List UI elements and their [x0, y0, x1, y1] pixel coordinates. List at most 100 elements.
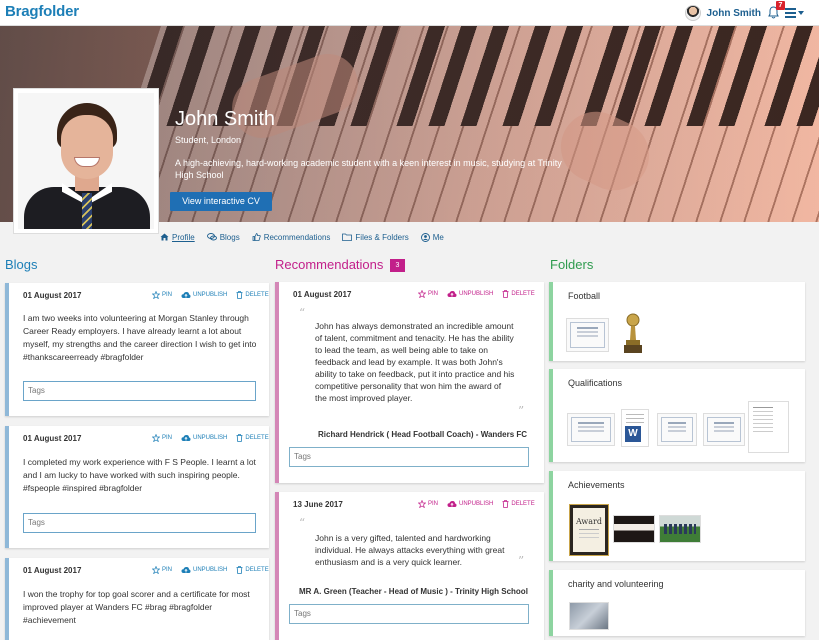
trash-icon: [502, 500, 509, 508]
trash-icon: [236, 566, 243, 574]
pin-button[interactable]: PIN: [152, 434, 172, 442]
folder-card-football[interactable]: Football: [549, 282, 805, 361]
pin-button[interactable]: PIN: [418, 500, 438, 508]
profile-description: A high-achieving, hard-working academic …: [175, 158, 562, 180]
cloud-upload-icon: [447, 501, 457, 507]
piano-photo-thumbnail[interactable]: [613, 515, 655, 543]
pin-button[interactable]: PIN: [418, 290, 438, 298]
folder-title: Qualifications: [568, 378, 623, 388]
certificate-thumbnail[interactable]: [567, 413, 615, 446]
recommendation-author: Richard Hendrick ( Head Football Coach) …: [318, 430, 528, 439]
hamburger-menu-icon[interactable]: [785, 7, 805, 19]
award-thumbnail[interactable]: Award: [569, 504, 609, 556]
blog-text: I am two weeks into volunteering at Morg…: [23, 313, 257, 362]
user-avatar: [684, 5, 701, 21]
tags-input[interactable]: Tags: [289, 604, 529, 624]
recommendation-actions: PIN UNPUBLISH DELETE: [409, 500, 535, 508]
profile-photo[interactable]: [13, 88, 159, 234]
star-icon: [418, 500, 426, 508]
unpublish-button[interactable]: UNPUBLISH: [181, 291, 227, 299]
recommendation-card: 01 August 2017 PIN UNPUBLISH DELETE “ Jo…: [275, 282, 544, 483]
delete-button[interactable]: DELETE: [236, 434, 269, 442]
recommendation-actions: PIN UNPUBLISH DELETE: [409, 290, 535, 298]
unpublish-button[interactable]: UNPUBLISH: [447, 290, 493, 298]
blog-card: 01 August 2017 PIN UNPUBLISH DELETE I wo…: [5, 558, 269, 640]
team-photo-thumbnail[interactable]: [659, 515, 701, 543]
blog-date: 01 August 2017: [23, 291, 82, 300]
unpublish-button[interactable]: UNPUBLISH: [447, 500, 493, 508]
blog-date: 01 August 2017: [23, 434, 82, 443]
certificate-thumbnail[interactable]: [566, 318, 609, 352]
trash-icon: [236, 291, 243, 299]
star-icon: [418, 290, 426, 298]
profile-subtitle: Student, London: [175, 135, 242, 145]
certificate-thumbnail[interactable]: [657, 413, 697, 446]
recommendations-count-badge: 3: [390, 259, 405, 272]
profile-tabs: Profile Blogs Recommendations Files & Fo…: [160, 229, 456, 245]
recommendation-date: 13 June 2017: [293, 500, 343, 509]
unpublish-button[interactable]: UNPUBLISH: [181, 434, 227, 442]
blog-card: 01 August 2017 PIN UNPUBLISH DELETE I am…: [5, 283, 269, 416]
folder-icon: [342, 233, 353, 241]
cloud-upload-icon: [447, 291, 457, 297]
close-quote-icon: ”: [518, 554, 525, 568]
folder-title: Achievements: [568, 480, 625, 490]
certificate-thumbnail[interactable]: [703, 413, 745, 446]
delete-button[interactable]: DELETE: [502, 500, 535, 508]
user-menu[interactable]: John Smith: [684, 3, 761, 23]
cloud-upload-icon: [181, 292, 191, 298]
profile-name: John Smith: [175, 108, 276, 130]
pin-button[interactable]: PIN: [152, 291, 172, 299]
thumbs-up-icon: [252, 233, 261, 241]
delete-button[interactable]: DELETE: [236, 291, 269, 299]
user-name[interactable]: John Smith: [707, 8, 761, 19]
pin-button[interactable]: PIN: [152, 566, 172, 574]
cloud-upload-icon: [181, 567, 191, 573]
star-icon: [152, 434, 160, 442]
folder-card-achievements[interactable]: Achievements Award: [549, 471, 805, 561]
unpublish-button[interactable]: UNPUBLISH: [181, 566, 227, 574]
home-icon: [160, 233, 169, 241]
tab-profile[interactable]: Profile: [160, 229, 195, 245]
blogs-heading: Blogs: [5, 257, 38, 272]
delete-button[interactable]: DELETE: [236, 566, 269, 574]
trash-icon: [502, 290, 509, 298]
close-quote-icon: ”: [518, 404, 525, 418]
blog-card: 01 August 2017 PIN UNPUBLISH DELETE I co…: [5, 426, 269, 548]
recommendation-author: MR A. Green (Teacher - Head of Music ) -…: [299, 587, 528, 596]
tags-input[interactable]: Tags: [23, 381, 256, 401]
folder-title: charity and volunteering: [568, 579, 664, 589]
star-icon: [152, 291, 160, 299]
word-document-thumbnail[interactable]: W: [621, 409, 649, 447]
document-thumbnail[interactable]: [748, 401, 789, 453]
tags-input[interactable]: Tags: [23, 513, 256, 533]
open-quote-icon: “: [299, 516, 306, 530]
folder-card-charity-volunteering[interactable]: charity and volunteering: [549, 570, 805, 636]
blog-text: I completed my work experience with F S …: [23, 457, 256, 493]
user-circle-icon: [420, 232, 430, 242]
folder-title: Football: [568, 291, 601, 301]
blog-date: 01 August 2017: [23, 566, 82, 575]
recommendations-heading: Recommendations: [275, 257, 384, 272]
tab-me[interactable]: Me: [420, 229, 444, 245]
tab-blogs[interactable]: Blogs: [206, 229, 240, 245]
blog-actions: PIN UNPUBLISH DELETE: [143, 434, 269, 442]
bragfolder-logo[interactable]: Bragfolder: [5, 3, 79, 20]
chat-icon: [206, 233, 217, 241]
folder-card-qualifications[interactable]: Qualifications W: [549, 369, 805, 462]
volunteering-photo-thumbnail[interactable]: [569, 602, 609, 630]
tab-files-folders[interactable]: Files & Folders: [342, 229, 409, 245]
trophy-thumbnail[interactable]: [622, 312, 644, 354]
delete-button[interactable]: DELETE: [502, 290, 535, 298]
open-quote-icon: “: [299, 306, 306, 320]
tab-recommendations[interactable]: Recommendations: [252, 229, 330, 245]
recommendation-card: 13 June 2017 PIN UNPUBLISH DELETE “ John…: [275, 492, 544, 640]
star-icon: [152, 566, 160, 574]
blog-actions: PIN UNPUBLISH DELETE: [143, 566, 269, 574]
top-navbar: Bragfolder John Smith 7: [0, 0, 819, 26]
cloud-upload-icon: [181, 435, 191, 441]
tags-input[interactable]: Tags: [289, 447, 529, 467]
trash-icon: [236, 434, 243, 442]
view-interactive-cv-button[interactable]: View interactive CV: [170, 192, 272, 211]
word-icon: W: [625, 426, 641, 442]
